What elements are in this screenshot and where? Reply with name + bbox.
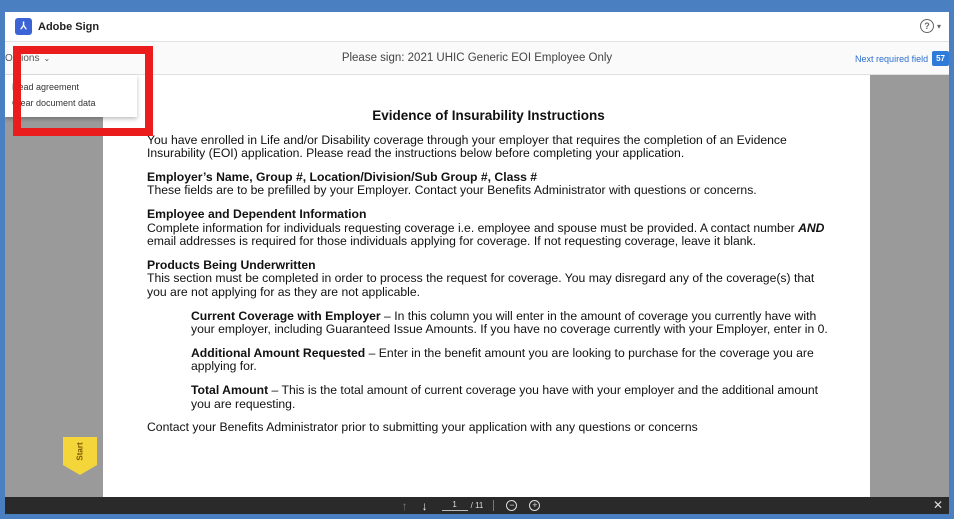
item-total-amount: Total Amount – This is the total amount … xyxy=(147,382,830,411)
intro-paragraph: You have enrolled in Life and/or Disabil… xyxy=(147,132,787,161)
next-required-field-button[interactable]: Next required field 57 xyxy=(855,51,949,66)
section-employee-dependent: Employee and Dependent Information Compl… xyxy=(147,206,830,249)
page-navigation-bar: ↑ ↓ 1 / 11 − + ✕ xyxy=(5,497,949,514)
document-heading: Evidence of Insurability Instructions xyxy=(372,108,605,123)
adobe-sign-logo-icon: ⅄ xyxy=(15,18,32,35)
start-tag-arrow xyxy=(63,465,97,475)
section-title: Employer’s Name, Group #, Location/Divis… xyxy=(147,169,538,184)
item-body: – This is the total amount of current co… xyxy=(191,382,819,411)
section-body: This section must be completed in order … xyxy=(147,271,815,299)
section-body: email addresses is required for those in… xyxy=(147,234,757,249)
chevron-down-icon[interactable]: ▾ xyxy=(937,22,941,31)
app-window: ⅄ Adobe Sign ? ▾ Options ⌄ Please sign: … xyxy=(5,12,949,514)
start-tag-label[interactable]: Start xyxy=(75,442,84,460)
footer-paragraph: Contact your Benefits Administrator prio… xyxy=(147,420,698,435)
help-menu[interactable]: ? ▾ xyxy=(919,19,941,33)
item-title: Current Coverage with Employer xyxy=(191,308,381,323)
menu-item-clear-document-data[interactable]: Clear document data xyxy=(5,95,137,111)
section-title: Employee and Dependent Information xyxy=(147,206,367,221)
page-number-input[interactable]: 1 xyxy=(441,500,468,511)
section-body: These fields are to be prefilled by your… xyxy=(147,183,757,198)
app-title: Adobe Sign xyxy=(38,20,100,33)
item-additional-amount: Additional Amount Requested – Enter in t… xyxy=(147,345,830,374)
item-title: Additional Amount Requested xyxy=(191,345,366,360)
required-count-badge[interactable]: 57 xyxy=(932,51,949,66)
arrow-down-icon[interactable]: ↓ xyxy=(422,499,428,513)
item-current-coverage: Current Coverage with Employer – In this… xyxy=(147,308,830,337)
top-bar: ⅄ Adobe Sign ? ▾ xyxy=(5,12,949,42)
divider xyxy=(493,500,495,511)
section-employer-info: Employer’s Name, Group #, Location/Divis… xyxy=(147,169,830,198)
start-tag-button[interactable]: Start xyxy=(63,437,97,465)
section-title: Products Being Underwritten xyxy=(147,257,316,272)
section-body: Complete information for individuals req… xyxy=(147,220,799,235)
arrow-up-icon[interactable]: ↑ xyxy=(402,499,408,513)
page-total: / 11 xyxy=(470,501,484,510)
next-required-label[interactable]: Next required field xyxy=(855,54,928,64)
document-title: Please sign: 2021 UHIC Generic EOI Emplo… xyxy=(341,52,613,64)
menu-item-read-agreement[interactable]: Read agreement xyxy=(5,79,137,95)
document-page: Evidence of Insurability Instructions Yo… xyxy=(103,75,870,497)
document-toolbar: Options ⌄ Please sign: 2021 UHIC Generic… xyxy=(5,42,949,75)
zoom-in-icon[interactable]: + xyxy=(529,500,541,511)
help-icon[interactable]: ? xyxy=(919,19,934,33)
section-products: Products Being Underwritten This section… xyxy=(147,257,830,300)
options-dropdown-menu: Read agreement Clear document data xyxy=(5,75,137,117)
emphasis-text: AND xyxy=(798,220,825,235)
item-title: Total Amount xyxy=(191,382,269,397)
zoom-out-icon[interactable]: − xyxy=(506,500,518,511)
close-icon[interactable]: ✕ xyxy=(933,498,943,512)
